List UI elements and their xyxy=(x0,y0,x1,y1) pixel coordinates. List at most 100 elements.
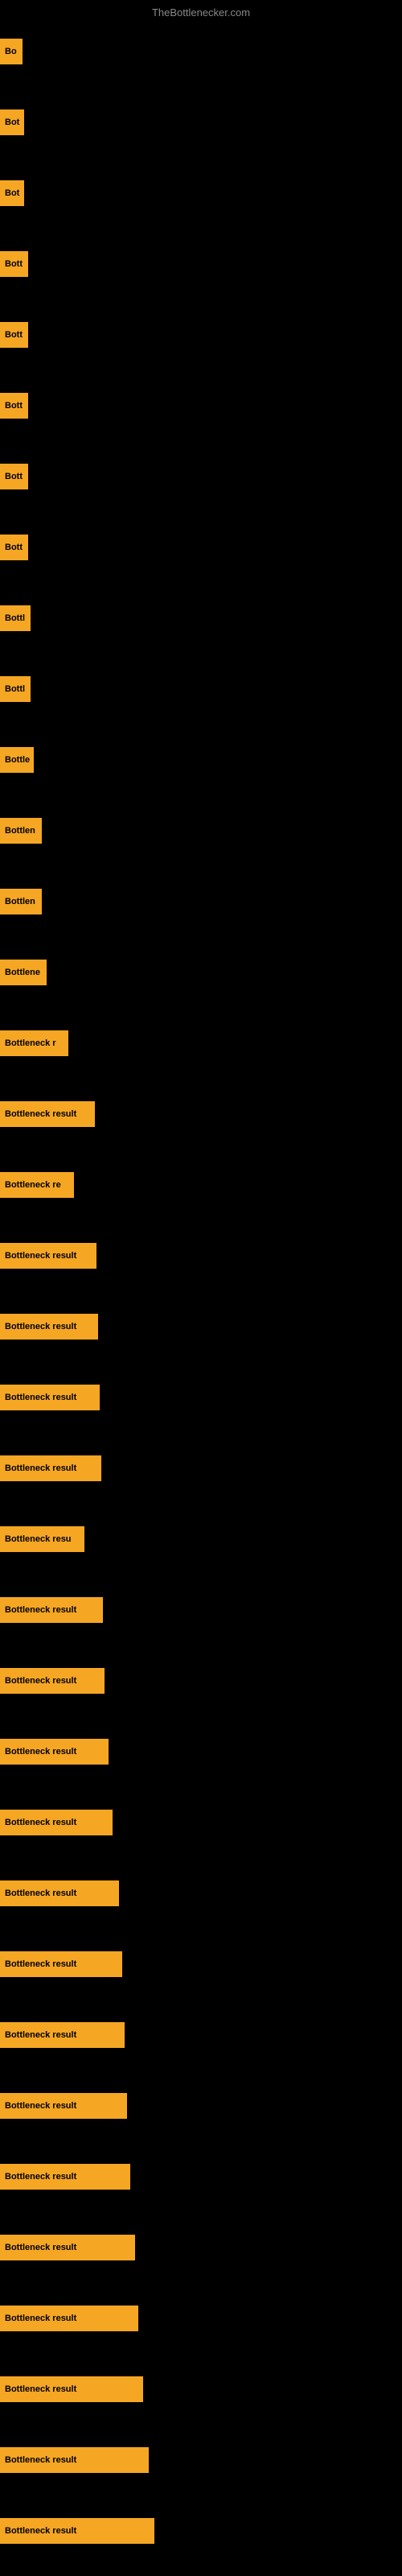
bar-row-13: Bottlen xyxy=(0,866,402,937)
bar-row-29: Bottleneck result xyxy=(0,2000,402,2070)
bars-container: Bo Bot Bot Bott Bott Bott Bott Bott Bottl Bottl Bo… xyxy=(0,16,402,2566)
bar-23: Bottleneck result xyxy=(0,1597,103,1623)
bar-14: Bottlene xyxy=(0,960,47,985)
bar-row-34: Bottleneck result xyxy=(0,2354,402,2425)
bar-10: Bottl xyxy=(0,676,31,702)
bar-30: Bottleneck result xyxy=(0,2093,127,2119)
bar-row-16: Bottleneck result xyxy=(0,1079,402,1150)
bar-row-30: Bottleneck result xyxy=(0,2070,402,2141)
bar-row-14: Bottlene xyxy=(0,937,402,1008)
bar-row-6: Bott xyxy=(0,370,402,441)
bar-label-36: Bottleneck result xyxy=(5,2526,76,2536)
bar-row-2: Bot xyxy=(0,87,402,158)
bar-label-27: Bottleneck result xyxy=(5,1889,76,1898)
bar-row-9: Bottl xyxy=(0,583,402,654)
bar-label-18: Bottleneck result xyxy=(5,1251,76,1261)
bar-row-17: Bottleneck re xyxy=(0,1150,402,1220)
bar-27: Bottleneck result xyxy=(0,1880,119,1906)
bar-3: Bot xyxy=(0,180,24,206)
bar-label-13: Bottlen xyxy=(5,897,35,906)
bar-label-33: Bottleneck result xyxy=(5,2314,76,2323)
bar-label-28: Bottleneck result xyxy=(5,1959,76,1969)
bar-label-12: Bottlen xyxy=(5,826,35,836)
bar-22: Bottleneck resu xyxy=(0,1526,84,1552)
bar-28: Bottleneck result xyxy=(0,1951,122,1977)
bar-row-21: Bottleneck result xyxy=(0,1433,402,1504)
bar-label-25: Bottleneck result xyxy=(5,1747,76,1757)
bar-row-33: Bottleneck result xyxy=(0,2283,402,2354)
bar-label-1: Bo xyxy=(5,47,17,56)
bar-row-1: Bo xyxy=(0,16,402,87)
bar-16: Bottleneck result xyxy=(0,1101,95,1127)
bar-label-20: Bottleneck result xyxy=(5,1393,76,1402)
bar-label-29: Bottleneck result xyxy=(5,2030,76,2040)
bar-row-12: Bottlen xyxy=(0,795,402,866)
bar-9: Bottl xyxy=(0,605,31,631)
bar-label-5: Bott xyxy=(5,330,23,340)
bar-label-16: Bottleneck result xyxy=(5,1109,76,1119)
bar-32: Bottleneck result xyxy=(0,2235,135,2260)
bar-label-24: Bottleneck result xyxy=(5,1676,76,1686)
bar-12: Bottlen xyxy=(0,818,42,844)
bar-row-7: Bott xyxy=(0,441,402,512)
bar-label-9: Bottl xyxy=(5,613,25,623)
bar-label-26: Bottleneck result xyxy=(5,1818,76,1827)
bar-row-36: Bottleneck result xyxy=(0,2496,402,2566)
bar-label-35: Bottleneck result xyxy=(5,2455,76,2465)
bar-2: Bot xyxy=(0,109,24,135)
bar-label-32: Bottleneck result xyxy=(5,2243,76,2252)
bar-row-19: Bottleneck result xyxy=(0,1291,402,1362)
bar-8: Bott xyxy=(0,535,28,560)
bar-36: Bottleneck result xyxy=(0,2518,154,2544)
bar-31: Bottleneck result xyxy=(0,2164,130,2190)
bar-5: Bott xyxy=(0,322,28,348)
bar-row-20: Bottleneck result xyxy=(0,1362,402,1433)
bar-17: Bottleneck re xyxy=(0,1172,74,1198)
bar-18: Bottleneck result xyxy=(0,1243,96,1269)
bar-6: Bott xyxy=(0,393,28,419)
bar-row-25: Bottleneck result xyxy=(0,1716,402,1787)
bar-row-27: Bottleneck result xyxy=(0,1858,402,1929)
bar-label-30: Bottleneck result xyxy=(5,2101,76,2111)
bar-label-15: Bottleneck r xyxy=(5,1038,56,1048)
bar-row-28: Bottleneck result xyxy=(0,1929,402,2000)
bar-label-23: Bottleneck result xyxy=(5,1605,76,1615)
bar-row-35: Bottleneck result xyxy=(0,2425,402,2496)
bar-label-6: Bott xyxy=(5,401,23,411)
bar-row-3: Bot xyxy=(0,158,402,229)
bar-row-8: Bott xyxy=(0,512,402,583)
bar-15: Bottleneck r xyxy=(0,1030,68,1056)
bar-row-23: Bottleneck result xyxy=(0,1575,402,1645)
bar-label-31: Bottleneck result xyxy=(5,2172,76,2182)
bar-29: Bottleneck result xyxy=(0,2022,125,2048)
bar-19: Bottleneck result xyxy=(0,1314,98,1340)
bar-label-2: Bot xyxy=(5,118,19,127)
bar-row-24: Bottleneck result xyxy=(0,1645,402,1716)
bar-label-8: Bott xyxy=(5,543,23,552)
bar-row-32: Bottleneck result xyxy=(0,2212,402,2283)
bar-25: Bottleneck result xyxy=(0,1739,109,1765)
bar-label-34: Bottleneck result xyxy=(5,2384,76,2394)
bar-label-22: Bottleneck resu xyxy=(5,1534,72,1544)
bar-row-4: Bott xyxy=(0,229,402,299)
bar-11: Bottle xyxy=(0,747,34,773)
bar-row-15: Bottleneck r xyxy=(0,1008,402,1079)
bar-row-22: Bottleneck resu xyxy=(0,1504,402,1575)
bar-row-31: Bottleneck result xyxy=(0,2141,402,2212)
bar-label-10: Bottl xyxy=(5,684,25,694)
bar-row-10: Bottl xyxy=(0,654,402,724)
bar-row-18: Bottleneck result xyxy=(0,1220,402,1291)
bar-label-19: Bottleneck result xyxy=(5,1322,76,1331)
bar-7: Bott xyxy=(0,464,28,489)
bar-label-4: Bott xyxy=(5,259,23,269)
bar-label-3: Bot xyxy=(5,188,19,198)
bar-26: Bottleneck result xyxy=(0,1810,113,1835)
bar-4: Bott xyxy=(0,251,28,277)
bar-label-17: Bottleneck re xyxy=(5,1180,61,1190)
bar-13: Bottlen xyxy=(0,889,42,914)
bar-24: Bottleneck result xyxy=(0,1668,105,1694)
bar-label-14: Bottlene xyxy=(5,968,40,977)
bar-20: Bottleneck result xyxy=(0,1385,100,1410)
bar-33: Bottleneck result xyxy=(0,2306,138,2331)
bar-row-11: Bottle xyxy=(0,724,402,795)
